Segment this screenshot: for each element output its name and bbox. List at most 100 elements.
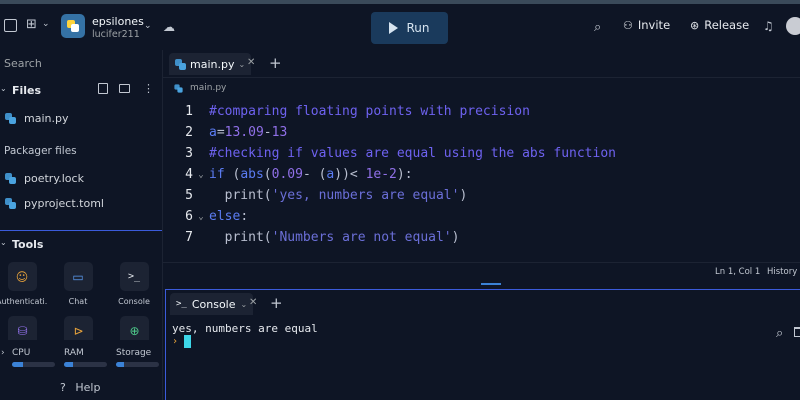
cloud-icon[interactable]: ☁ (163, 20, 175, 34)
code-line: 5 print('yes, numbers are equal') (163, 185, 800, 206)
chevron-down-icon[interactable]: ⌄ (0, 84, 7, 93)
tab-main-py[interactable]: main.py ⌄ (169, 53, 252, 75)
fold-marker[interactable]: ⌄ (193, 170, 209, 180)
divider (0, 230, 162, 231)
invite-label: Invite (637, 18, 671, 32)
ram-usage-bar (64, 362, 107, 367)
chevron-down-icon[interactable]: ⌄ (238, 60, 245, 69)
chevron-right-icon: › (1, 348, 5, 358)
tool-label: Authenticati... (0, 297, 48, 306)
tab-console[interactable]: >_ Console ⌄ (170, 293, 254, 315)
code-line: 4 ⌄ if (abs(0.09- (a))< 1e-2): (163, 164, 800, 185)
trash-icon[interactable] (794, 327, 800, 337)
storage-usage-bar (116, 362, 159, 367)
file-item[interactable]: pyproject.toml (0, 193, 162, 213)
more-options-icon[interactable]: ⋮ (143, 82, 154, 95)
help-button[interactable]: ? Help (60, 381, 100, 394)
repl-name[interactable]: epsilones (92, 15, 144, 28)
chevron-down-icon[interactable]: ⌄ (42, 19, 50, 29)
sidebar-toggle-icon[interactable] (4, 19, 17, 32)
cpu-label: CPU (12, 348, 31, 358)
chat-icon: ▭ (63, 262, 93, 291)
fold-marker[interactable]: ⌄ (193, 212, 209, 222)
search-icon[interactable]: ⌕ (594, 20, 601, 35)
python-file-icon (174, 83, 183, 93)
release-button[interactable]: ⊛ Release (690, 18, 749, 32)
sidebar: Search ⌄ Files ⋮ main.py Packager files … (0, 50, 163, 400)
question-icon: ? (60, 381, 66, 394)
deploy-icon: ⊛ (690, 18, 700, 32)
line-number: 5 (185, 188, 193, 203)
tools-header[interactable]: Tools (12, 238, 43, 251)
ram-usage-fill (64, 362, 73, 367)
code-line: 3 #checking if values are equal using th… (163, 143, 800, 164)
bell-icon[interactable]: ♫ (763, 19, 774, 33)
tool-console[interactable]: >_ Console (108, 262, 160, 306)
editor-tab-bar: main.py ⌄ ✕ + (163, 50, 800, 78)
add-tab-icon[interactable]: + (270, 294, 283, 312)
code-text: print('Numbers are not equal') (209, 230, 460, 245)
python-file-icon (5, 112, 16, 124)
new-folder-icon[interactable] (119, 84, 130, 93)
search-input[interactable]: Search (4, 57, 42, 70)
tool-authentication[interactable]: ☺ Authenticati... (0, 262, 48, 306)
cpu-usage-fill (12, 362, 23, 367)
code-text: else: (209, 209, 249, 224)
files-header[interactable]: Files (12, 84, 41, 97)
help-label: Help (75, 381, 101, 394)
code-line: 7 print('Numbers are not equal') (163, 227, 800, 248)
code-line: 1 #comparing floating points with precis… (163, 101, 800, 122)
file-name: main.py (24, 111, 69, 125)
tool-chat[interactable]: ▭ Chat (52, 262, 104, 306)
invite-button[interactable]: ⚇ Invite (623, 18, 670, 32)
code-text: #checking if values are equal using the … (209, 146, 616, 161)
console-pane[interactable]: >_ Console ⌄ ✕ + yes, numbers are equal … (165, 289, 800, 400)
run-button[interactable]: Run (371, 12, 448, 44)
line-number: 4 (185, 167, 193, 182)
play-icon (389, 22, 399, 34)
packager-files-label: Packager files (4, 145, 77, 157)
text-cursor (184, 335, 192, 348)
close-icon[interactable]: ✕ (247, 57, 255, 68)
file-name: poetry.lock (24, 171, 84, 185)
python-file-icon (5, 172, 16, 184)
file-item[interactable]: main.py (0, 108, 162, 128)
line-number: 1 (185, 104, 193, 119)
code-text: a=13.09-13 (209, 125, 288, 140)
file-name: pyproject.toml (24, 196, 104, 210)
editor-status-bar: Ln 1, Col 1 History (163, 262, 800, 282)
code-editor[interactable]: 1 #comparing floating points with precis… (163, 100, 800, 260)
ram-label: RAM (64, 348, 84, 358)
chevron-down-icon[interactable]: ⌄ (241, 300, 248, 309)
console-prompt[interactable]: › (172, 335, 192, 348)
chevron-down-icon[interactable]: ⌄ (0, 238, 7, 247)
history-button[interactable]: History (767, 267, 797, 277)
code-text: #comparing floating points with precisio… (209, 104, 530, 119)
cpu-usage-bar (12, 362, 55, 367)
repl-owner[interactable]: lucifer211 (92, 29, 140, 40)
new-file-icon[interactable] (98, 83, 108, 94)
resources-panel[interactable]: › CPU RAM Storage (0, 340, 162, 370)
person-icon: ☺ (7, 262, 37, 291)
line-number: 7 (185, 230, 193, 245)
add-person-icon: ⚇ (623, 18, 633, 32)
pane-resize-handle[interactable] (481, 283, 501, 285)
python-file-icon (175, 58, 186, 70)
cursor-position[interactable]: Ln 1, Col 1 (715, 267, 760, 277)
breadcrumb-file[interactable]: main.py (190, 83, 226, 93)
console-output: yes, numbers are equal (172, 322, 318, 335)
add-tab-icon[interactable]: + (269, 54, 282, 72)
line-number: 3 (185, 146, 193, 161)
prompt-chevron-icon: › (172, 336, 179, 347)
avatar[interactable] (786, 17, 800, 35)
code-text: if (abs(0.09- (a))< 1e-2): (209, 167, 413, 182)
close-icon[interactable]: ✕ (249, 297, 257, 308)
workspace-menu-icon[interactable]: ⊞ (26, 17, 37, 32)
search-icon[interactable]: ⌕ (776, 326, 783, 341)
chevron-down-icon[interactable]: ⌄ (144, 21, 152, 31)
tab-label: main.py (190, 57, 235, 71)
file-item[interactable]: poetry.lock (0, 168, 162, 188)
line-number: 2 (185, 125, 193, 140)
terminal-icon: >_ (119, 262, 149, 291)
tool-label: Chat (68, 297, 88, 306)
